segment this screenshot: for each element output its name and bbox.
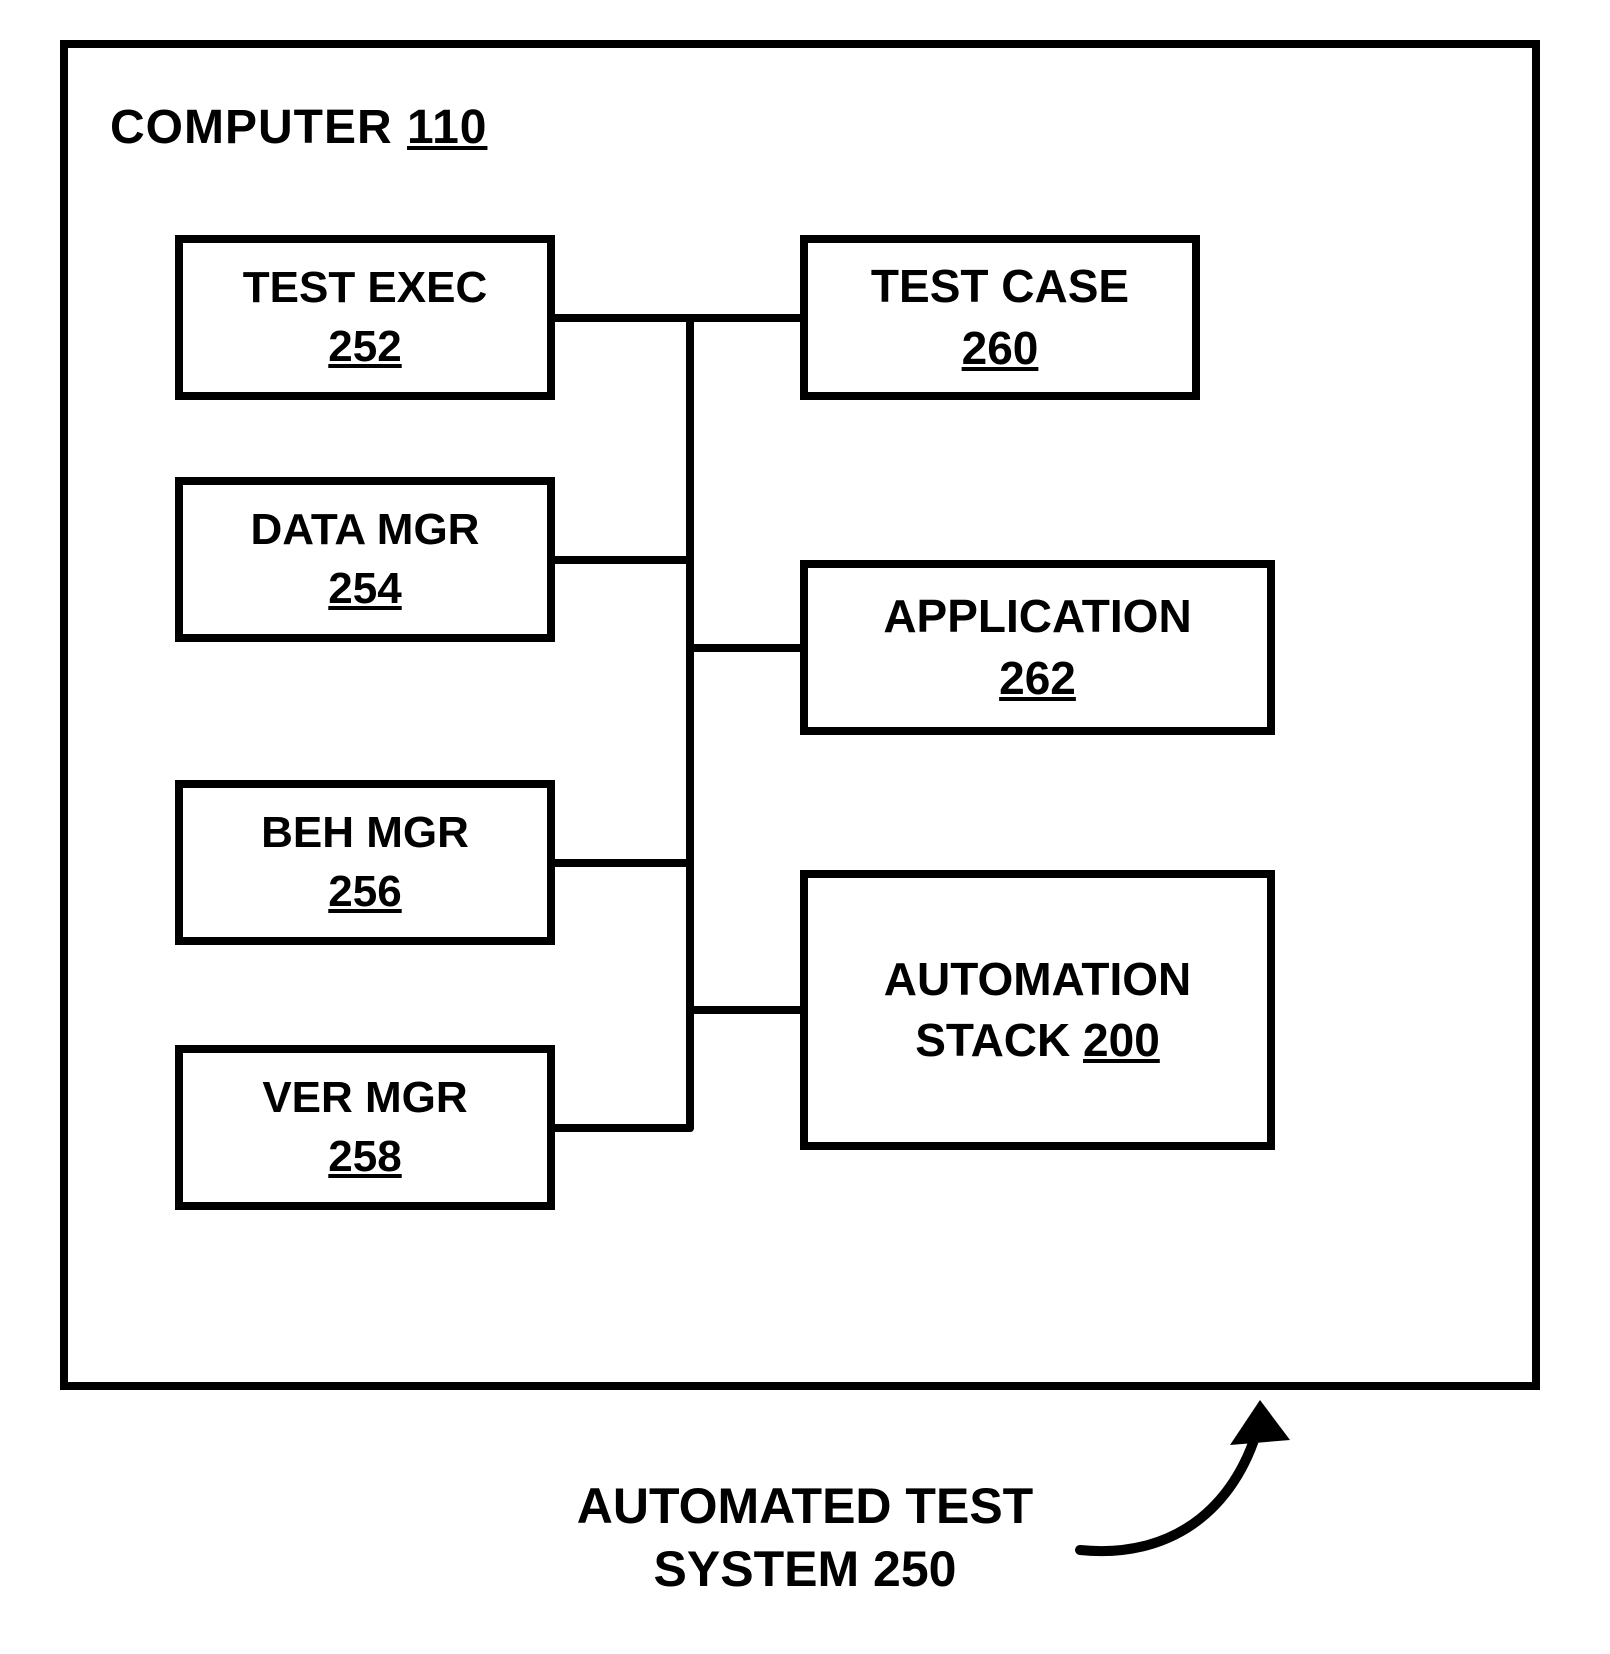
diagram-canvas: COMPUTER 110 TEST EXEC 252 DATA MGR 254 … (0, 0, 1610, 1654)
node-test-exec-name: TEST EXEC (243, 262, 488, 315)
node-test-case: TEST CASE 260 (800, 235, 1200, 400)
node-data-mgr-num: 254 (328, 563, 401, 616)
node-ver-mgr-name: VER MGR (262, 1072, 467, 1125)
node-ver-mgr-num: 258 (328, 1131, 401, 1184)
node-automation-stack: AUTOMATION STACK 200 (800, 870, 1275, 1150)
node-beh-mgr-name: BEH MGR (261, 807, 469, 860)
node-test-exec: TEST EXEC 252 (175, 235, 555, 400)
node-automation-stack-line2: STACK 200 (915, 1013, 1160, 1068)
computer-title: COMPUTER 110 (110, 100, 487, 155)
node-ver-mgr: VER MGR 258 (175, 1045, 555, 1210)
node-data-mgr: DATA MGR 254 (175, 477, 555, 642)
node-test-exec-num: 252 (328, 321, 401, 374)
node-data-mgr-name: DATA MGR (251, 504, 480, 557)
node-application-num: 262 (999, 651, 1076, 706)
node-test-case-name: TEST CASE (871, 259, 1129, 314)
caption: AUTOMATED TEST SYSTEM 250 (0, 1475, 1610, 1600)
node-beh-mgr: BEH MGR 256 (175, 780, 555, 945)
node-automation-stack-prefix: STACK (915, 1014, 1070, 1066)
node-automation-stack-line1: AUTOMATION (884, 952, 1192, 1007)
computer-title-num: 110 (407, 101, 487, 154)
node-application-name: APPLICATION (883, 589, 1191, 644)
computer-title-text: COMPUTER (110, 101, 393, 154)
node-beh-mgr-num: 256 (328, 866, 401, 919)
node-application: APPLICATION 262 (800, 560, 1275, 735)
caption-line2: SYSTEM 250 (0, 1538, 1610, 1601)
caption-line1: AUTOMATED TEST (0, 1475, 1610, 1538)
node-automation-stack-num: 200 (1083, 1014, 1160, 1066)
node-test-case-num: 260 (962, 321, 1039, 376)
